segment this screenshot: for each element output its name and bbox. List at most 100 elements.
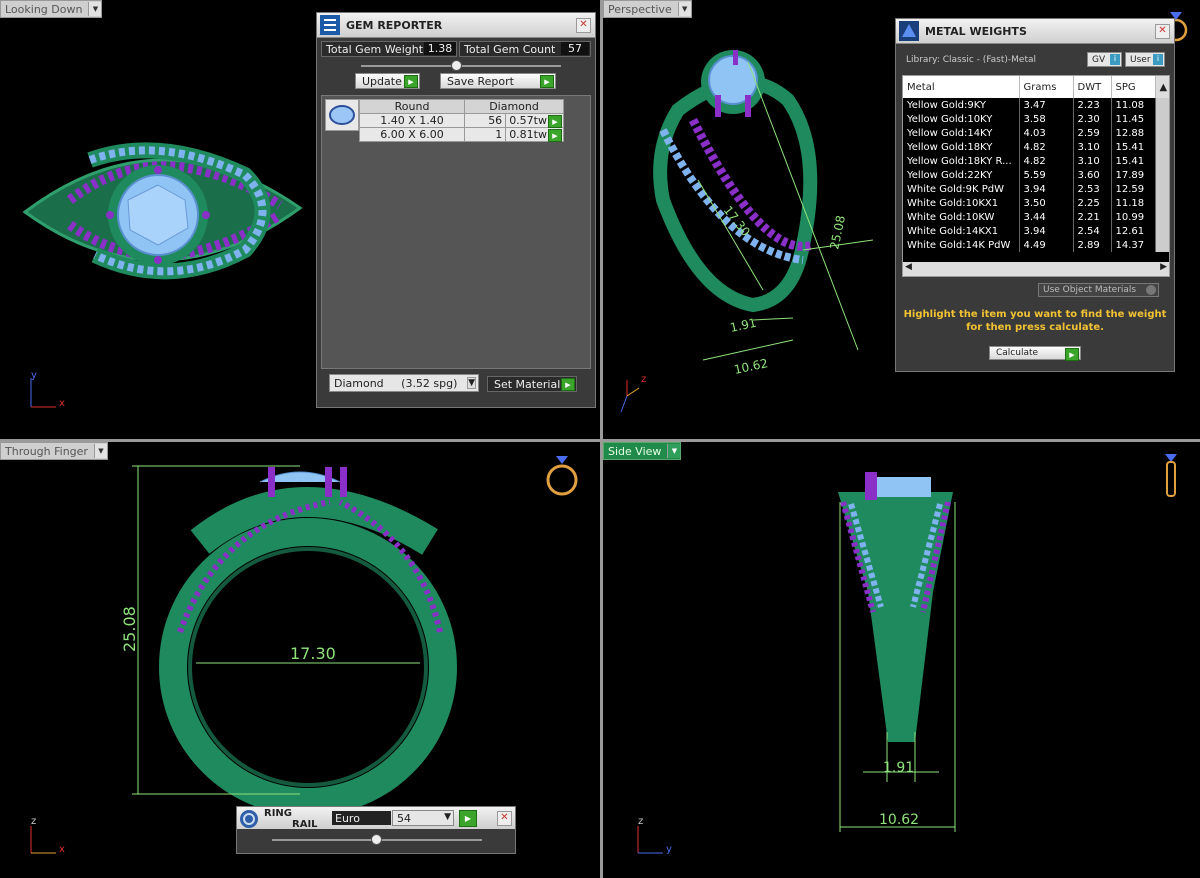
- gem-row[interactable]: 6.00 X 6.00 1 0.81tw ▶: [358, 127, 564, 142]
- metal-row[interactable]: Yellow Gold:10KY 3.58 2.30 11.45: [903, 112, 1169, 126]
- apply-button[interactable]: ▶: [459, 810, 477, 827]
- metal-name: Yellow Gold:9KY: [903, 98, 1020, 112]
- vertical-scrollbar-segment[interactable]: [1155, 140, 1169, 154]
- close-icon[interactable]: ✕: [1155, 23, 1170, 39]
- metal-row[interactable]: Yellow Gold:14KY 4.03 2.59 12.88: [903, 126, 1169, 140]
- metal-row[interactable]: White Gold:9K PdW 3.94 2.53 12.59: [903, 182, 1169, 196]
- vertical-scrollbar-segment[interactable]: [1155, 112, 1169, 126]
- metal-dwt: 2.30: [1073, 112, 1112, 126]
- axis-y-label: y: [31, 370, 37, 381]
- col-spg[interactable]: SPG: [1111, 76, 1156, 98]
- vertical-scrollbar-segment[interactable]: [1155, 168, 1169, 182]
- metal-row[interactable]: White Gold:10KX1 3.50 2.25 11.18: [903, 196, 1169, 210]
- total-gem-count-value: 57: [561, 42, 589, 55]
- vertical-scrollbar-segment[interactable]: [1155, 210, 1169, 224]
- ring-orientation-icon[interactable]: [544, 452, 580, 500]
- gem-reporter-panel[interactable]: GEM REPORTER ✕ Total Gem Weight 1.38 Tot…: [316, 12, 596, 408]
- chevron-down-icon[interactable]: ▼: [677, 2, 691, 16]
- ring-size-select[interactable]: 54 ▼: [392, 810, 454, 826]
- gem-table: Round Diamond 1.40 X 1.40 56 0.57tw ▶ 6.00 X…: [358, 99, 564, 142]
- vertical-scrollbar-segment[interactable]: [1155, 182, 1169, 196]
- gem-slider-knob[interactable]: [451, 60, 462, 71]
- user-toggle[interactable]: User i: [1125, 52, 1165, 67]
- metal-row[interactable]: Yellow Gold:18KY R... 4.82 3.10 15.41: [903, 154, 1169, 168]
- horizontal-scrollbar[interactable]: ◀ ▶: [903, 262, 1169, 276]
- viewport-through-finger[interactable]: 17.30 25.08 Through Finger ▼ z x RING RA…: [0, 442, 600, 878]
- metal-spg: 11.45: [1111, 112, 1156, 126]
- viewport-side-view[interactable]: 1.91 10.62 Side View ▼ z y: [603, 442, 1200, 878]
- col-grams[interactable]: Grams: [1019, 76, 1074, 98]
- gem-report-icon: [320, 15, 340, 35]
- chevron-down-icon[interactable]: ▼: [667, 444, 681, 458]
- save-report-button[interactable]: Save Report ▶: [440, 73, 556, 89]
- metal-name: White Gold:10KW: [903, 210, 1020, 224]
- scroll-left-icon[interactable]: ◀: [905, 262, 912, 272]
- vertical-scrollbar-segment[interactable]: [1155, 224, 1169, 238]
- metal-table-container[interactable]: Metal Grams DWT SPG ▲ Yellow Gold:9KY 3.4…: [902, 75, 1170, 277]
- metal-row[interactable]: White Gold:14K PdW 4.49 2.89 14.37: [903, 238, 1169, 252]
- vertical-scrollbar-segment[interactable]: [1155, 98, 1169, 112]
- vertical-scrollbar-segment[interactable]: [1155, 238, 1169, 252]
- metal-grams: 4.03: [1019, 126, 1074, 140]
- standard-field[interactable]: Euro: [332, 811, 391, 825]
- axis-gizmo: z: [617, 374, 657, 422]
- axis-gizmo: z x: [28, 816, 73, 863]
- metal-name: Yellow Gold:18KY R...: [903, 154, 1020, 168]
- scale-icon: [899, 21, 919, 41]
- vertical-scrollbar-segment[interactable]: [1155, 154, 1169, 168]
- viewport-perspective[interactable]: 25.08 17.30 1.91 10.62 Perspective ▼ z M…: [603, 0, 1200, 439]
- viewport-divider-horizontal[interactable]: [0, 439, 1200, 442]
- metal-table: Metal Grams DWT SPG ▲ Yellow Gold:9KY 3.4…: [903, 76, 1169, 252]
- calculate-button[interactable]: Calculate ▶: [989, 346, 1081, 361]
- metal-weights-panel[interactable]: METAL WEIGHTS ✕ Library: Classic - (Fast…: [895, 18, 1175, 372]
- gem-thumbnail[interactable]: [325, 99, 359, 131]
- col-dwt[interactable]: DWT: [1073, 76, 1112, 98]
- metal-row[interactable]: Yellow Gold:9KY 3.47 2.23 11.08: [903, 98, 1169, 112]
- viewport-label-perspective[interactable]: Perspective ▼: [603, 0, 692, 18]
- play-icon[interactable]: ▶: [548, 115, 562, 128]
- metal-row[interactable]: Yellow Gold:22KY 5.59 3.60 17.89: [903, 168, 1169, 182]
- axis-z-label: z: [638, 816, 644, 827]
- axis-x-label: x: [59, 844, 65, 855]
- set-material-button[interactable]: Set Material ▶: [487, 376, 577, 392]
- material-select[interactable]: Diamond (3.52 spg) ▼: [329, 374, 479, 392]
- gem-row[interactable]: 1.40 X 1.40 56 0.57tw ▶: [358, 113, 564, 128]
- metal-spg: 14.37: [1111, 238, 1156, 252]
- metal-grams: 3.44: [1019, 210, 1074, 224]
- col-metal[interactable]: Metal: [903, 76, 1020, 98]
- viewport-label-side-view[interactable]: Side View ▼: [603, 442, 682, 460]
- chevron-down-icon[interactable]: ▼: [467, 377, 476, 389]
- use-object-materials-toggle[interactable]: Use Object Materials: [1038, 283, 1159, 297]
- metal-grams: 3.47: [1019, 98, 1074, 112]
- play-icon[interactable]: ▶: [548, 129, 562, 142]
- ring-orientation-icon[interactable]: [1161, 452, 1181, 502]
- metal-row[interactable]: White Gold:10KW 3.44 2.21 10.99: [903, 210, 1169, 224]
- play-icon: ▶: [1065, 348, 1079, 361]
- scroll-up-button[interactable]: ▲: [1155, 76, 1169, 98]
- vertical-scrollbar-segment[interactable]: [1155, 126, 1169, 140]
- vertical-scrollbar-segment[interactable]: [1155, 196, 1169, 210]
- metal-spg: 12.61: [1111, 224, 1156, 238]
- metal-spg: 15.41: [1111, 154, 1156, 168]
- gv-toggle[interactable]: GV i: [1087, 52, 1122, 67]
- scroll-right-icon[interactable]: ▶: [1160, 262, 1167, 272]
- hint-text: Highlight the item you want to find the …: [903, 309, 1167, 333]
- close-icon[interactable]: ✕: [576, 17, 591, 33]
- viewport-label-looking-down[interactable]: Looking Down ▼: [0, 0, 103, 18]
- metal-weights-titlebar[interactable]: METAL WEIGHTS ✕: [896, 19, 1174, 44]
- size-slider-knob[interactable]: [371, 834, 382, 845]
- chevron-down-icon[interactable]: ▼: [444, 812, 451, 822]
- ring-rail-panel[interactable]: RING RAIL Euro 54 ▼ ▶ ✕: [236, 806, 516, 854]
- gem-reporter-titlebar[interactable]: GEM REPORTER ✕: [317, 13, 595, 38]
- metal-row[interactable]: White Gold:14KX1 3.94 2.54 12.61: [903, 224, 1169, 238]
- metal-dwt: 2.23: [1073, 98, 1112, 112]
- chevron-down-icon[interactable]: ▼: [93, 444, 107, 458]
- update-button[interactable]: Update ▶: [355, 73, 420, 89]
- metal-row[interactable]: Yellow Gold:18KY 4.82 3.10 15.41: [903, 140, 1169, 154]
- library-label: Library: Classic - (Fast)-Metal: [906, 55, 1037, 65]
- chevron-down-icon[interactable]: ▼: [88, 2, 102, 16]
- close-icon[interactable]: ✕: [497, 811, 512, 826]
- ring-icon: [240, 810, 258, 828]
- viewport-label-through-finger[interactable]: Through Finger ▼: [0, 442, 108, 460]
- metal-dwt: 2.25: [1073, 196, 1112, 210]
